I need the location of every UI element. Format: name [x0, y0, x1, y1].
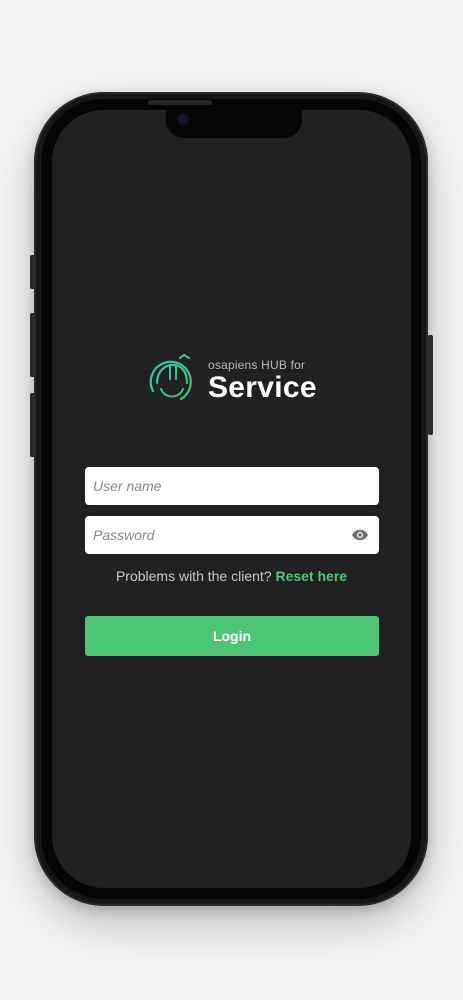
volume-up-button — [30, 313, 35, 377]
power-button — [428, 335, 433, 435]
eye-icon[interactable] — [351, 526, 369, 544]
app-screen: osapiens HUB for Service Problems with t… — [52, 110, 411, 888]
brand-logo: osapiens HUB for Service — [143, 353, 317, 409]
front-camera — [178, 114, 188, 124]
reset-help-text: Problems with the client? Reset here — [52, 568, 411, 584]
notch — [166, 110, 302, 138]
password-input[interactable] — [85, 516, 351, 554]
helmet-logo-icon — [149, 353, 193, 401]
reset-here-link[interactable]: Reset here — [275, 568, 347, 584]
login-button[interactable]: Login — [85, 616, 379, 656]
reset-help-label: Problems with the client? — [115, 568, 276, 584]
volume-down-button — [30, 393, 35, 457]
brand-subtitle: osapiens HUB for — [208, 358, 306, 372]
username-input[interactable] — [85, 467, 379, 505]
brand-text: osapiens HUB for Service — [208, 358, 317, 404]
password-field-wrapper — [85, 516, 379, 554]
earpiece-speaker — [148, 100, 212, 105]
mute-switch — [30, 255, 35, 289]
brand-title: Service — [208, 371, 317, 404]
username-field-wrapper — [85, 467, 379, 505]
